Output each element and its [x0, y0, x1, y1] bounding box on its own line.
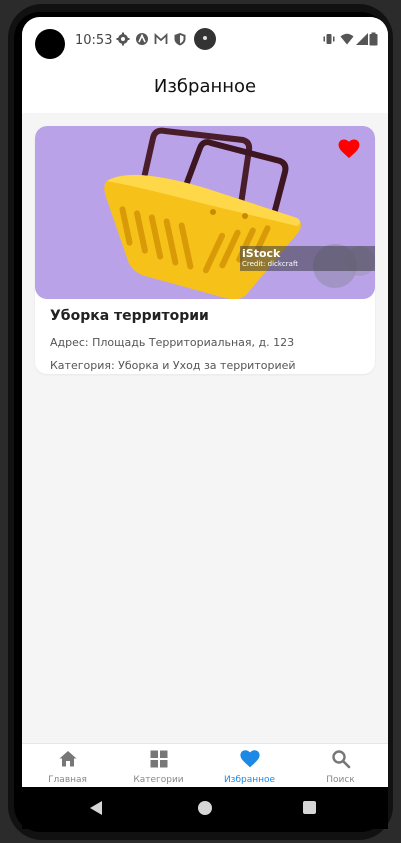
nav-label-favorites: Избранное [223, 775, 276, 785]
basket-illustration [104, 127, 375, 299]
back-icon[interactable] [90, 801, 102, 815]
notification-dot-icon [194, 28, 216, 50]
card-category: Категория: Уборка и Уход за территорией [50, 359, 296, 372]
search-icon [332, 750, 351, 769]
status-bar: 10:53 [22, 17, 388, 61]
card-image: iStock Credit: dickcraft [35, 126, 375, 299]
nav-label-home: Главная [48, 775, 87, 785]
home-icon [59, 751, 77, 767]
card-title: Уборка территории [50, 308, 209, 324]
shield-icon [174, 33, 186, 46]
favorite-heart-icon[interactable] [338, 139, 360, 159]
istock-credit: Credit: dickcraft [242, 260, 299, 268]
wifi-icon [340, 33, 354, 45]
front-camera [35, 29, 65, 59]
nav-favorites[interactable]: Избранное [204, 744, 295, 787]
favorite-card[interactable]: iStock Credit: dickcraft Уборка территор… [35, 126, 375, 374]
bottom-navigation: Главная Категории Избранное Поиск [22, 743, 388, 787]
mail-icon [154, 32, 168, 44]
nav-categories[interactable]: Категории [113, 744, 204, 787]
app-header: Избранное [22, 61, 388, 113]
home-button-icon[interactable] [198, 801, 212, 815]
nav-search[interactable]: Поиск [295, 744, 386, 787]
battery-icon [369, 32, 378, 46]
nav-home[interactable]: Главная [22, 744, 113, 787]
a-icon [136, 33, 148, 45]
app-screen: 10:53 Избранное iStock Credit: dickcraft… [22, 17, 388, 787]
istock-logo: iStock [242, 247, 281, 260]
card-address: Адрес: Площадь Территориальная, д. 123 [50, 336, 295, 349]
page-title: Избранное [153, 76, 257, 97]
gear-icon [116, 32, 130, 46]
nav-label-search: Поиск [326, 775, 355, 785]
grid-icon [150, 750, 168, 768]
signal-icon [356, 33, 368, 45]
vibrate-icon [323, 34, 335, 44]
heart-icon [240, 750, 260, 768]
status-time: 10:53 [75, 33, 113, 48]
system-navigation-bar [22, 787, 388, 829]
recent-apps-icon[interactable] [303, 801, 316, 814]
nav-label-categories: Категории [133, 775, 184, 785]
